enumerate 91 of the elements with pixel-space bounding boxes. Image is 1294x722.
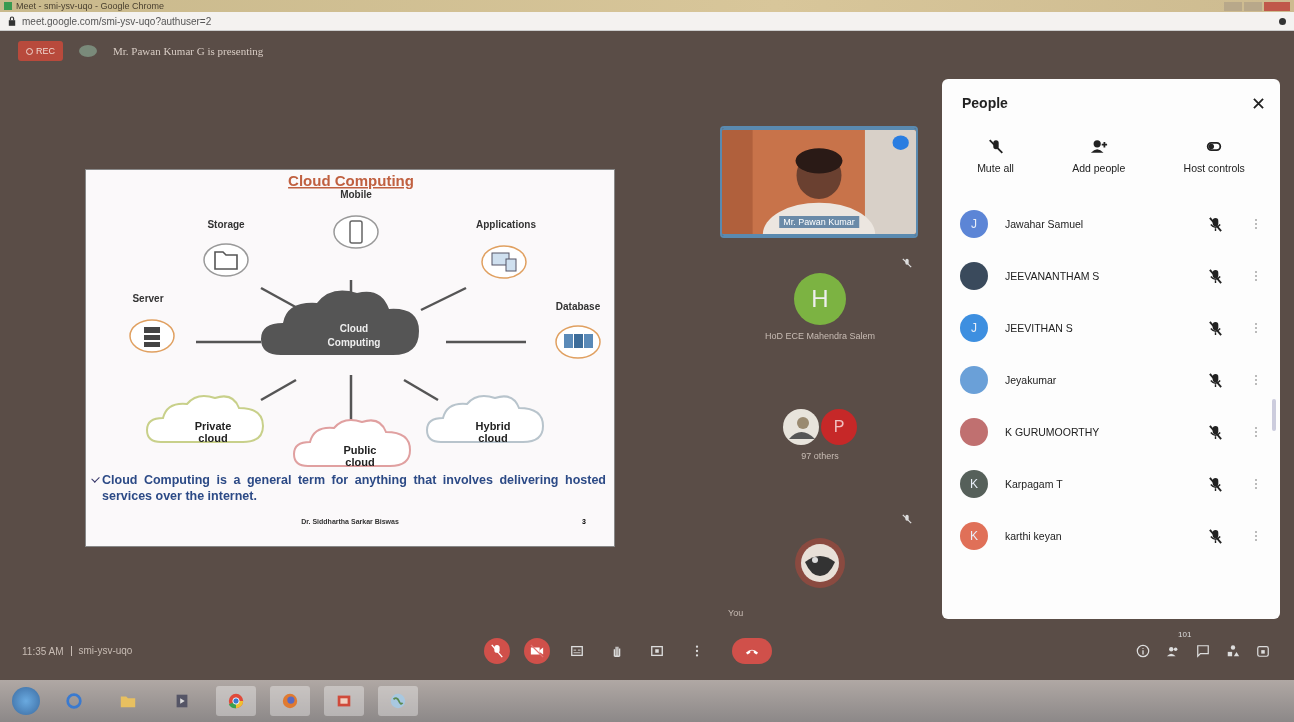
participant-name: Jawahar Samuel xyxy=(1005,218,1085,230)
camera-off-icon xyxy=(530,644,544,658)
recording-badge: REC xyxy=(18,41,63,61)
mic-off-icon[interactable] xyxy=(1208,424,1223,440)
participant-name-tag: Mr. Pawan Kumar xyxy=(779,216,859,229)
mic-off-icon xyxy=(490,644,504,658)
slides-app-icon[interactable] xyxy=(324,686,364,716)
participant-row[interactable]: K karthi keyan xyxy=(942,510,1280,562)
presenter-label: Mr. Pawan Kumar G is presenting xyxy=(113,45,264,57)
presenter-avatar xyxy=(79,45,97,57)
panel-action-button[interactable]: Host controls xyxy=(1181,137,1247,176)
firefox-icon[interactable] xyxy=(270,686,310,716)
panel-title: People xyxy=(962,95,1008,111)
node-label: Storage xyxy=(207,219,245,230)
participant-name: Karpagam T xyxy=(1005,478,1064,490)
node-label: Applications xyxy=(476,219,536,230)
connector-line xyxy=(260,378,297,402)
meet-favicon-icon xyxy=(4,2,12,10)
participant-row[interactable]: J Jawahar Samuel xyxy=(942,198,1280,250)
database-icon xyxy=(555,325,601,359)
hang-up-button[interactable] xyxy=(732,638,772,664)
participant-avatar: K xyxy=(960,470,988,498)
captions-icon xyxy=(570,644,584,658)
participant-row[interactable]: K Karpagam T xyxy=(942,458,1280,510)
participant-row[interactable]: Jeyakumar xyxy=(942,354,1280,406)
participant-avatar: J xyxy=(960,210,988,238)
chat-icon[interactable] xyxy=(1196,644,1210,658)
phone-icon xyxy=(333,215,379,249)
participant-row[interactable]: J JEEVITHAN S xyxy=(942,302,1280,354)
scrollbar-thumb[interactable] xyxy=(1272,399,1276,431)
lock-icon[interactable] xyxy=(1256,644,1270,658)
participant-avatar: K xyxy=(960,522,988,550)
cloud-label: cloud xyxy=(478,432,508,444)
connector-line xyxy=(196,340,261,344)
shapes-icon[interactable] xyxy=(1226,644,1240,658)
participant-avatar: P xyxy=(821,409,857,446)
connector-line xyxy=(349,375,353,420)
folder-icon xyxy=(203,243,249,277)
participant-name: HoD ECE Mahendra Salem xyxy=(764,331,876,342)
present-icon xyxy=(650,644,664,658)
mic-off-icon[interactable] xyxy=(1208,216,1223,232)
participant-row[interactable]: K GURUMOORTHY xyxy=(942,406,1280,458)
toggle-icon xyxy=(1205,139,1224,154)
node-label: Server xyxy=(132,293,164,304)
profile-icon[interactable] xyxy=(1279,17,1286,25)
mic-off-icon[interactable] xyxy=(1208,372,1223,388)
mic-off-icon[interactable] xyxy=(1208,320,1223,336)
participant-avatar: H xyxy=(794,273,846,326)
mic-off-icon[interactable] xyxy=(1208,528,1223,544)
lock-icon xyxy=(8,16,16,26)
cloud-label: cloud xyxy=(345,456,375,468)
participant-avatar: J xyxy=(960,314,988,342)
address-field[interactable]: meet.google.com/smi-ysv-uqo?authuser=2 xyxy=(22,15,212,27)
connector-line xyxy=(403,378,439,402)
participant-name: K GURUMOORTHY xyxy=(1005,426,1101,438)
mic-off-button[interactable] xyxy=(484,638,510,664)
node-label: Database xyxy=(555,301,601,312)
panel-action-button[interactable]: Add people xyxy=(1070,137,1128,176)
slide-bullet-text: Cloud Computing is a general term for anything that involves delivering hosted services over the internet. xyxy=(102,472,606,504)
meeting-time: 11:35 AM xyxy=(22,645,64,657)
close-icon[interactable] xyxy=(1251,95,1266,111)
camera-off-button[interactable] xyxy=(524,638,550,664)
participant-name: 97 others xyxy=(801,451,839,462)
participant-name: JEEVANANTHAM S xyxy=(1005,270,1101,282)
meeting-code: smi-ysv-uqo xyxy=(70,646,133,656)
mic-off-icon[interactable] xyxy=(1208,476,1223,492)
info-icon[interactable] xyxy=(1136,644,1150,658)
participant-name: Jeyakumar xyxy=(1005,374,1058,386)
mic-off-icon xyxy=(986,139,1005,154)
add-person-icon xyxy=(1089,139,1108,154)
cloud-label: cloud xyxy=(198,432,228,444)
cloud-label: Public xyxy=(343,444,377,456)
node-label: Mobile xyxy=(340,189,372,200)
center-cloud-label: Cloud xyxy=(339,323,369,334)
people-count-label: 101 xyxy=(1178,630,1192,639)
monitor-icon xyxy=(481,245,527,279)
center-cloud-label: Computing xyxy=(327,337,381,348)
start-button[interactable] xyxy=(12,687,40,715)
server-icon xyxy=(129,319,175,353)
mic-off-icon[interactable] xyxy=(1208,268,1223,284)
participant-name: You xyxy=(728,608,744,618)
window-title: Meet - smi-ysv-uqo - Google Chrome xyxy=(16,1,165,11)
participant-name: JEEVITHAN S xyxy=(1005,322,1074,334)
panel-action-button[interactable]: Mute all xyxy=(975,137,1016,176)
slide-title: Cloud Computing xyxy=(288,172,414,189)
cloud-label: Hybrid xyxy=(475,420,511,432)
people-icon[interactable] xyxy=(1166,644,1180,658)
participant-row[interactable]: JEEVANANTHAM S xyxy=(942,250,1280,302)
cloud-label: Private xyxy=(194,420,232,432)
participant-name: karthi keyan xyxy=(1005,530,1063,542)
connector-line xyxy=(420,286,467,312)
